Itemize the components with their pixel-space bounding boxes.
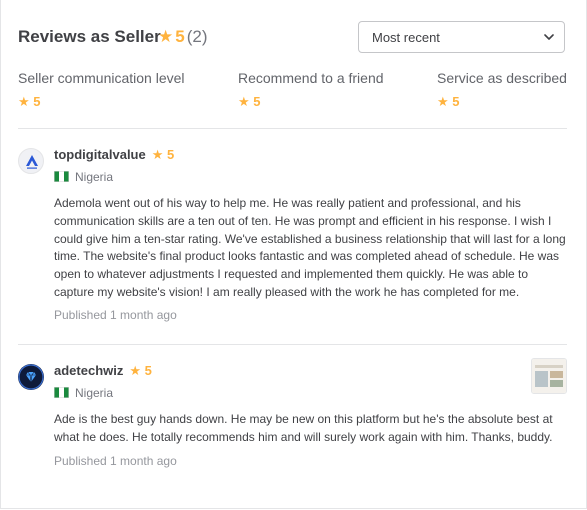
brand-logo-icon (26, 155, 38, 169)
star-icon: ★ (151, 147, 164, 162)
nigeria-flag-icon (54, 387, 69, 398)
category-label: Service as described (437, 70, 567, 86)
thumbnail-image (532, 359, 566, 393)
divider (18, 344, 567, 345)
overall-rating: ★ 5 (2) (158, 27, 208, 47)
rating-breakdown: Seller communication level ★ 5 Recommend… (18, 70, 567, 114)
sort-selected-label: Most recent (372, 30, 440, 45)
category-rating: 5 (33, 94, 41, 109)
reviews-title: Reviews as Seller (18, 27, 161, 46)
chevron-down-icon (544, 34, 554, 40)
category-seller-communication: Seller communication level ★ 5 (18, 70, 185, 110)
category-rating: 5 (452, 94, 460, 109)
review-rating: 5 (144, 363, 152, 378)
divider (18, 128, 567, 129)
sort-dropdown[interactable]: Most recent (358, 21, 565, 53)
review-header: topdigitalvalue ★ 5 (54, 146, 174, 164)
country-name: Nigeria (75, 386, 114, 400)
review-published-date: Published 1 month ago (54, 308, 177, 322)
reviewer-country: Nigeria (54, 170, 113, 184)
category-label: Seller communication level (18, 70, 185, 86)
avatar[interactable] (18, 364, 44, 390)
review-count: (2) (186, 27, 208, 46)
review-item: topdigitalvalue ★ 5 Nigeria Ademola went … (18, 146, 567, 328)
nigeria-flag-icon (54, 171, 69, 182)
star-icon: ★ (18, 94, 30, 109)
category-rating: 5 (253, 94, 261, 109)
review-rating: 5 (167, 147, 175, 162)
reviewer-username[interactable]: topdigitalvalue (54, 147, 146, 162)
star-icon: ★ (238, 94, 250, 109)
review-published-date: Published 1 month ago (54, 454, 177, 468)
overall-rating-value: 5 (175, 27, 185, 46)
work-sample-thumbnail[interactable] (531, 358, 567, 394)
country-name: Nigeria (75, 170, 114, 184)
reviewer-country: Nigeria (54, 386, 113, 400)
reviewer-username[interactable]: adetechwiz (54, 363, 123, 378)
review-text: Ade is the best guy hands down. He may b… (54, 412, 553, 444)
category-label: Recommend to a friend (238, 70, 384, 86)
review-header: adetechwiz ★ 5 (54, 362, 152, 380)
reviews-header: Reviews as Seller ★ 5 (2) Most recent (18, 21, 567, 64)
review-item: adetechwiz ★ 5 Nigeria Ade is the best gu… (18, 358, 567, 484)
review-text: Ademola went out of his way to help me. … (54, 196, 566, 299)
category-service-described: Service as described ★ 5 (437, 70, 567, 110)
diamond-logo-icon (18, 364, 44, 390)
avatar[interactable] (18, 148, 44, 174)
category-recommend: Recommend to a friend ★ 5 (238, 70, 384, 110)
star-icon: ★ (129, 363, 142, 378)
star-icon: ★ (158, 27, 174, 46)
star-icon: ★ (437, 94, 449, 109)
